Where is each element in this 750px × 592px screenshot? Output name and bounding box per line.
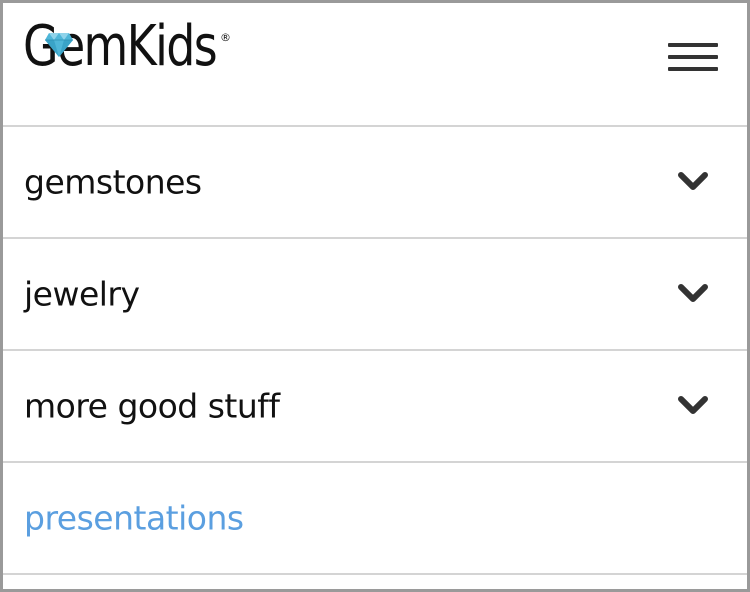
presentations-link[interactable]: presentations	[24, 499, 244, 538]
hamburger-bar	[668, 67, 718, 71]
chevron-down-icon[interactable]	[677, 395, 709, 417]
menu-item-gemstones[interactable]: gemstones	[3, 127, 747, 239]
registered-mark: ®	[220, 31, 231, 44]
menu-item-more-good-stuff[interactable]: more good stuff	[3, 351, 747, 463]
menu-item-label: gemstones	[24, 162, 202, 202]
hamburger-bar	[668, 43, 718, 47]
chevron-down-icon[interactable]	[677, 283, 709, 305]
site-header: GemKids ®	[3, 3, 747, 127]
gemkids-logo[interactable]: GemKids ®	[23, 19, 233, 89]
diamond-icon	[45, 33, 73, 57]
chevron-down-icon[interactable]	[677, 171, 709, 193]
mobile-nav-frame: GemKids ® gemstones jewelry more good st…	[0, 0, 750, 592]
menu-item-label: more good stuff	[24, 386, 280, 426]
hamburger-bar	[668, 55, 718, 59]
menu-item-label: jewelry	[24, 274, 140, 314]
hamburger-icon[interactable]	[668, 43, 718, 73]
menu-item-presentations[interactable]: presentations	[3, 463, 747, 575]
menu-item-jewelry[interactable]: jewelry	[3, 239, 747, 351]
